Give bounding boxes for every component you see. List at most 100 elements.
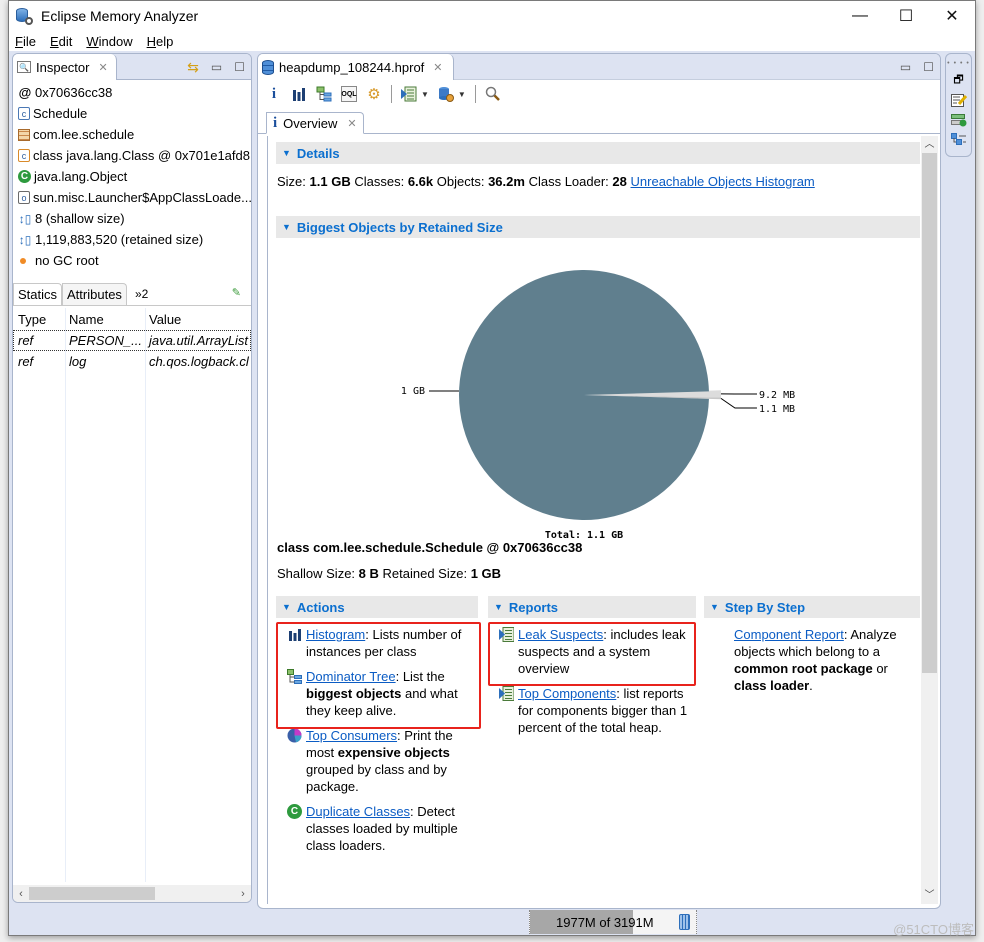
step-by-step-column: ▼ Step By Step Component Report: Analyze … <box>704 596 920 702</box>
run-report-icon[interactable] <box>401 86 417 102</box>
duplicate-classes-icon: C <box>287 804 302 819</box>
tab-heapdump[interactable]: heapdump_108244.hprof ✕ <box>258 54 454 80</box>
top-components-link[interactable]: Top Components <box>518 686 616 701</box>
top-consumers-link[interactable]: Top Consumers <box>306 728 397 743</box>
section-details-header[interactable]: ▼ Details <box>276 142 920 164</box>
memory-analyzer-icon <box>15 7 33 25</box>
histogram-icon[interactable] <box>291 86 307 102</box>
more-tabs-button[interactable]: »2 <box>127 283 156 305</box>
details-summary: Size: 1.1 GB Classes: 6.6k Objects: 36.2… <box>277 174 815 189</box>
overview-info-icon[interactable]: i <box>266 86 282 102</box>
menu-window[interactable]: Window <box>86 34 132 49</box>
thread-overview-icon[interactable]: ⚙ <box>366 86 382 103</box>
inspector-row-shallow-size[interactable]: ↕▯ 8 (shallow size) <box>13 208 251 229</box>
outline-icon[interactable] <box>950 133 967 147</box>
restore-icon[interactable]: 🗗 <box>951 73 967 87</box>
horizontal-scrollbar[interactable]: ‹ › <box>13 885 251 902</box>
column-header-name[interactable]: Name <box>65 312 145 327</box>
menu-file[interactable]: File <box>15 34 36 49</box>
oql-icon[interactable]: OQL <box>341 86 357 102</box>
inspector-row-retained-size[interactable]: ↕▯ 1,119,883,520 (retained size) <box>13 229 251 250</box>
superclass-icon: C <box>18 170 31 183</box>
close-tab-icon[interactable]: ✕ <box>347 117 356 130</box>
search-icon[interactable] <box>485 86 501 102</box>
section-biggest-objects-header[interactable]: ▼ Biggest Objects by Retained Size <box>276 216 920 238</box>
inspector-row-package[interactable]: com.lee.schedule <box>13 124 251 145</box>
pie-slice-label: 1 GB <box>401 386 425 397</box>
inspector-row-address[interactable]: @0x70636cc38 <box>13 82 251 103</box>
scroll-left-icon[interactable]: ‹ <box>13 888 29 900</box>
garbage-collect-icon[interactable] <box>679 914 690 930</box>
scroll-thumb[interactable] <box>29 887 155 900</box>
minimize-view-icon[interactable]: ▭ <box>900 60 911 74</box>
biggest-objects-pie-chart: 9.2 MB 1.1 MB 1 GB Total: 1.1 GB <box>268 254 920 554</box>
package-icon <box>18 128 30 141</box>
section-actions-header[interactable]: ▼ Actions <box>276 596 478 618</box>
heapdump-editor: heapdump_108244.hprof ✕ ▭ ☐ i OQL ⚙ ▼ ▼ … <box>257 53 941 909</box>
editor-toolbar: i OQL ⚙ ▼ ▼ <box>258 80 940 108</box>
size-icon: ↕▯ <box>18 211 32 226</box>
highlight-box-actions <box>276 622 481 729</box>
table-row[interactable]: ref log ch.qos.logback.cl <box>13 351 251 372</box>
gc-root-icon <box>20 257 26 264</box>
maximize-view-icon[interactable]: ☐ <box>234 60 245 74</box>
selected-object-sizes: Shallow Size: 8 B Retained Size: 1 GB <box>277 566 502 581</box>
duplicate-classes-link[interactable]: Duplicate Classes <box>306 804 410 819</box>
collapse-triangle-icon: ▼ <box>282 222 291 232</box>
heap-status[interactable]: 1977M of 3191M <box>529 910 697 934</box>
column-header-value[interactable]: Value <box>145 312 251 327</box>
dropdown-arrow-icon[interactable]: ▼ <box>458 90 466 99</box>
scroll-thumb[interactable] <box>922 153 937 673</box>
class-icon: c <box>18 107 30 120</box>
tab-inspector[interactable]: 🔍 Inspector ✕ <box>13 54 117 80</box>
column-header-type[interactable]: Type <box>13 312 65 327</box>
menu-edit[interactable]: Edit <box>50 34 72 49</box>
report-top-components: Top Components: list reports for compone… <box>488 685 693 736</box>
inspector-row-gc-root[interactable]: no GC root <box>13 250 251 271</box>
highlight-box-leak-suspects <box>488 622 696 686</box>
tab-overview[interactable]: i Overview ✕ <box>266 112 364 134</box>
statics-table: Type Name Value ref PERSON_... java.util… <box>13 308 251 882</box>
vertical-scrollbar[interactable]: ︿ ﹀ <box>921 136 938 904</box>
tab-statics[interactable]: Statics <box>13 283 63 305</box>
maximize-button[interactable]: ☐ <box>883 1 929 31</box>
inspector-row-class[interactable]: c Schedule <box>13 103 251 124</box>
top-consumers-icon <box>287 728 302 743</box>
selected-object-title: class com.lee.schedule.Schedule @ 0x7063… <box>277 540 583 555</box>
minimize-button[interactable]: — <box>837 1 883 31</box>
collapse-triangle-icon: ▼ <box>282 148 291 158</box>
section-reports-header[interactable]: ▼ Reports <box>488 596 696 618</box>
inspector-list: @0x70636cc38 c Schedule com.lee.schedule … <box>13 80 251 271</box>
inspector-row-class-object[interactable]: c class java.lang.Class @ 0x701e1afd8 <box>13 145 251 166</box>
inspector-icon: 🔍 <box>17 61 31 73</box>
scroll-right-icon[interactable]: › <box>235 888 251 900</box>
dominator-tree-icon[interactable] <box>316 86 332 102</box>
minimize-view-icon[interactable]: ▭ <box>211 60 222 74</box>
menu-help[interactable]: Help <box>147 34 174 49</box>
navigation-history-icon[interactable] <box>950 113 967 127</box>
action-top-consumers: Top Consumers: Print the most expensive … <box>276 727 481 795</box>
watermark: @51CTO博客 <box>893 922 974 937</box>
close-button[interactable]: ✕ <box>929 1 975 31</box>
close-tab-icon[interactable]: ✕ <box>98 61 107 74</box>
pin-icon[interactable]: ✎ <box>232 286 241 299</box>
inspector-row-classloader[interactable]: o sun.misc.Launcher$AppClassLoade... <box>13 187 251 208</box>
drag-handle-icon[interactable]: • • • • <box>947 60 970 67</box>
component-report-link[interactable]: Component Report <box>734 627 844 642</box>
dropdown-arrow-icon[interactable]: ▼ <box>421 90 429 99</box>
collapse-triangle-icon: ▼ <box>494 602 503 612</box>
inspector-row-superclass[interactable]: Cjava.lang.Object <box>13 166 251 187</box>
unreachable-objects-histogram-link[interactable]: Unreachable Objects Histogram <box>631 174 815 189</box>
heap-status-text: 1977M of 3191M <box>556 914 654 930</box>
scroll-down-icon[interactable]: ﹀ <box>921 887 938 904</box>
heapdump-icon <box>262 59 274 75</box>
query-browser-icon[interactable] <box>438 86 454 102</box>
scroll-up-icon[interactable]: ︿ <box>921 136 938 153</box>
notes-icon[interactable] <box>950 93 967 107</box>
table-row[interactable]: ref PERSON_... java.util.ArrayList <box>13 330 251 351</box>
tab-attributes[interactable]: Attributes <box>62 283 127 305</box>
sync-icon[interactable]: ⇆ <box>187 59 199 76</box>
maximize-view-icon[interactable]: ☐ <box>923 60 934 74</box>
section-step-by-step-header[interactable]: ▼ Step By Step <box>704 596 920 618</box>
close-tab-icon[interactable]: ✕ <box>433 61 442 74</box>
